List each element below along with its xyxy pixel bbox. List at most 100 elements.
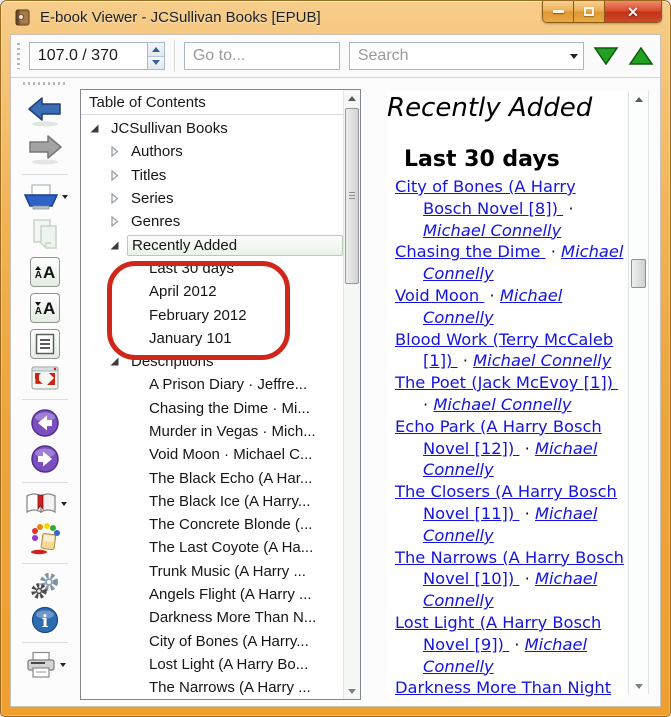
toc-item-genres[interactable]: Genres (81, 210, 343, 233)
toc-item-angels-flight-a-harry[interactable]: Angels Flight (A Harry ... (81, 583, 343, 606)
toolbar-drag-handle[interactable] (17, 43, 20, 69)
page-spin-down-button[interactable] (147, 55, 164, 69)
toc-item-series[interactable]: Series (81, 187, 343, 210)
toc-item-the-black-ice-a-harry[interactable]: The Black Ice (A Harry... (81, 490, 343, 513)
content-scrollbar[interactable] (628, 91, 649, 694)
toc-item-the-last-coyote-a-ha[interactable]: The Last Coyote (A Ha... (81, 536, 343, 559)
print-button[interactable] (25, 651, 66, 679)
toc-item-lost-light-a-harry-bo[interactable]: Lost Light (A Harry Bo... (81, 653, 343, 676)
book-title-link[interactable]: Darkness More Than Night (A Harry Bosch … (395, 678, 611, 698)
dot-separator: · (484, 285, 500, 305)
book-entry: Darkness More Than Night (A Harry Bosch … (395, 677, 625, 698)
scroll-up-button[interactable] (629, 91, 648, 107)
open-ebook-button[interactable] (23, 183, 68, 211)
minimize-button[interactable] (543, 1, 574, 22)
tree-collapsed-icon[interactable] (109, 193, 127, 205)
previous-page-button[interactable] (30, 408, 60, 438)
preferences-appearance-button[interactable] (29, 523, 61, 555)
close-button[interactable]: ✕ (605, 1, 661, 22)
toc-item-descriptions[interactable]: Descriptions (81, 350, 343, 373)
titlebar[interactable]: E-book Viewer - JCSullivan Books [EPUB] … (1, 1, 670, 34)
tree-collapsed-icon[interactable] (109, 146, 127, 158)
toc-scrollbar-thumb[interactable] (345, 108, 359, 284)
toc-item-label: Trunk Music (A Harry ... (149, 562, 306, 580)
font-size-smaller-button[interactable]: A A (30, 293, 60, 323)
toc-item-a-prison-diary-jeffre[interactable]: A Prison Diary · Jeffre... (81, 373, 343, 396)
toc-item-titles[interactable]: Titles (81, 164, 343, 187)
toc-item-february-2012[interactable]: February 2012 (81, 303, 343, 326)
toc-item-the-concrete-blonde[interactable]: The Concrete Blonde (... (81, 513, 343, 536)
side-separator (22, 642, 68, 643)
toc-item-void-moon-michael-c[interactable]: Void Moon · Michael C... (81, 443, 343, 466)
find-previous-button[interactable] (628, 44, 654, 68)
maximize-icon (584, 7, 594, 16)
tree-expanded-icon[interactable] (109, 240, 127, 251)
font-size-larger-button[interactable]: A A (30, 257, 60, 287)
printer-icon (26, 651, 55, 678)
dot-separator: · (519, 438, 535, 458)
toc-item-label: February 2012 (149, 306, 247, 324)
section-title: Recently Added (387, 93, 593, 123)
toc-item-label: A Prison Diary · Jeffre... (149, 376, 308, 394)
toc-item-label: JCSullivan Books (111, 120, 228, 138)
tree-expanded-icon[interactable] (89, 123, 107, 134)
forward-button[interactable] (26, 134, 64, 166)
fullscreen-button[interactable] (30, 365, 60, 391)
spin-down-icon (151, 60, 160, 66)
book-title-link[interactable]: City of Bones (A Harry Bosch Novel [8]) (395, 177, 576, 218)
content-scrollbar-thumb[interactable] (631, 259, 646, 288)
toc-item-chasing-the-dime-mi[interactable]: Chasing the Dime · Mi... (81, 397, 343, 420)
search-combobox[interactable] (348, 42, 584, 70)
search-input[interactable] (349, 47, 565, 65)
toc-item-label: Void Moon · Michael C... (149, 446, 313, 464)
chevron-down-icon (61, 195, 68, 199)
toc-toggle-button[interactable] (30, 329, 60, 359)
toc-item-label: Angels Flight (A Harry ... (149, 586, 312, 604)
toc-item-recently-added[interactable]: Recently Added (81, 233, 343, 256)
search-dropdown-button[interactable] (565, 43, 583, 69)
toc-item-last-30-days[interactable]: Last 30 days (81, 257, 343, 280)
toc-item-january-101[interactable]: January 101 (81, 327, 343, 350)
maximize-button[interactable] (574, 1, 605, 22)
book-title-link[interactable]: The Poet (Jack McEvoy [1]) (395, 373, 618, 392)
toc-item-the-black-echo-a-har[interactable]: The Black Echo (A Har... (81, 466, 343, 489)
goto-input[interactable] (183, 42, 340, 70)
tree-collapsed-icon[interactable] (109, 216, 127, 228)
toc-item-darkness-more-than-n[interactable]: Darkness More Than N... (81, 606, 343, 629)
bookmark-button[interactable] (24, 491, 67, 517)
toc-item-city-of-bones-a-harry[interactable]: City of Bones (A Harry... (81, 630, 343, 653)
page-spin-up-button[interactable] (147, 43, 164, 56)
toc-item-authors[interactable]: Authors (81, 140, 343, 163)
svg-text:i: i (42, 612, 49, 632)
side-separator (22, 482, 68, 483)
toc-item-trunk-music-a-harry[interactable]: Trunk Music (A Harry ... (81, 560, 343, 583)
next-page-button[interactable] (30, 444, 60, 474)
book-author-link[interactable]: Michael Connelly (473, 351, 611, 370)
side-toolbar-drag-handle[interactable] (23, 82, 67, 85)
scroll-down-button[interactable] (629, 678, 648, 694)
toc-item-murder-in-vegas-mich[interactable]: Murder in Vegas · Mich... (81, 420, 343, 443)
scroll-down-button[interactable] (344, 683, 360, 699)
book-author-link[interactable]: Michael Connelly (423, 221, 561, 240)
back-button[interactable] (26, 96, 64, 128)
tree-collapsed-icon[interactable] (109, 169, 127, 181)
dot-separator: · (509, 634, 525, 654)
tree-expanded-icon[interactable] (109, 356, 127, 367)
find-next-button[interactable] (593, 44, 619, 68)
toc-scrollbar[interactable] (343, 90, 360, 699)
toc-item-april-2012[interactable]: April 2012 (81, 280, 343, 303)
book-title-link[interactable]: Chasing the Dime (395, 242, 546, 261)
book-info-button[interactable]: i (31, 606, 59, 634)
settings-button[interactable] (30, 572, 60, 600)
window-controls: ✕ (542, 1, 662, 23)
page-indicator-input[interactable] (29, 43, 147, 69)
page-spinbox[interactable] (28, 42, 165, 70)
book-title-link[interactable]: Void Moon (395, 286, 484, 305)
dot-separator: · (423, 394, 434, 414)
book-author-link[interactable]: Michael Connelly (433, 395, 571, 414)
toc-item-jcsullivan-books[interactable]: JCSullivan Books (81, 117, 343, 140)
copy-button[interactable] (29, 217, 61, 251)
scroll-up-button[interactable] (344, 90, 360, 106)
toc-item-the-narrows-a-harry[interactable]: The Narrows (A Harry ... (81, 676, 343, 699)
dot-separator: · (563, 198, 574, 218)
